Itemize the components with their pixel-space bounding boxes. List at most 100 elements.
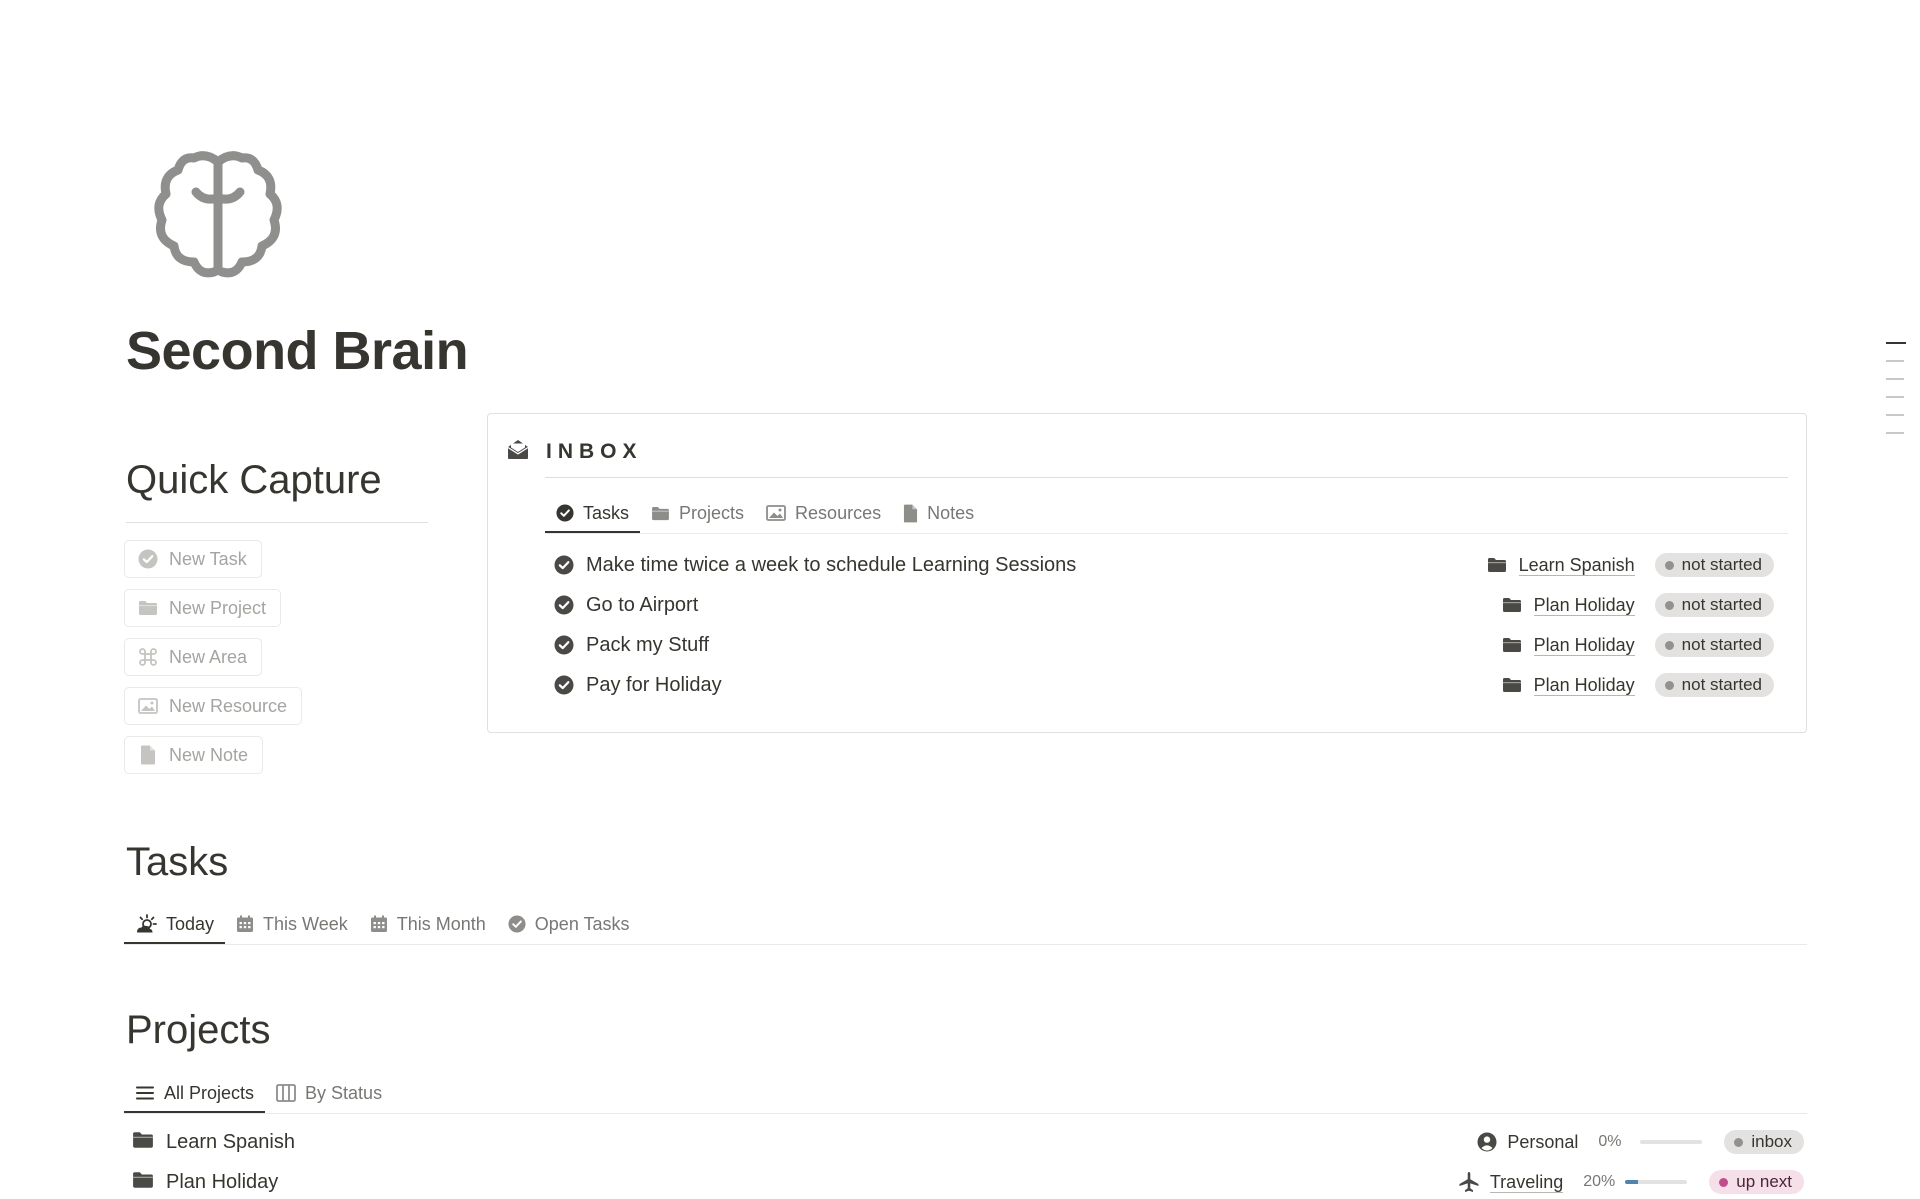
- status-dot: [1664, 600, 1674, 610]
- check-circle-icon[interactable]: [554, 595, 576, 615]
- progress-percent: 20%: [1583, 1173, 1616, 1190]
- status-badge: not started: [1654, 633, 1774, 657]
- new-project-label: New Project: [169, 597, 267, 618]
- status-dot: [1664, 680, 1674, 690]
- folder-icon: [137, 597, 159, 619]
- tasks-view-tabs: Today This Week This Month Open Tasks: [124, 904, 641, 945]
- project-name[interactable]: Learn Spanish: [166, 1131, 295, 1154]
- tab-label: This Month: [396, 913, 486, 934]
- page-title: Second Brain: [126, 321, 469, 381]
- task-name[interactable]: Pay for Holiday: [586, 674, 722, 697]
- list-icon: [135, 1085, 155, 1101]
- tab-resources[interactable]: Resources: [755, 493, 892, 533]
- status-label: not started: [1681, 595, 1762, 614]
- new-task-button[interactable]: New Task: [124, 540, 262, 578]
- check-circle-icon[interactable]: [554, 635, 576, 655]
- outline-mark[interactable]: [1886, 432, 1904, 434]
- tab-label: Today: [166, 913, 215, 934]
- status-dot: [1664, 640, 1674, 650]
- tab-all-projects[interactable]: All Projects: [124, 1073, 266, 1114]
- outline-mark[interactable]: [1886, 378, 1904, 380]
- tab-notes[interactable]: Notes: [892, 493, 985, 533]
- progress-percent: 0%: [1598, 1133, 1622, 1150]
- check-circle-icon: [556, 504, 574, 522]
- status-badge: up next: [1709, 1170, 1804, 1194]
- page-outline-minimap[interactable]: [1886, 342, 1906, 450]
- table-row[interactable]: Make time twice a week to schedule Learn…: [554, 547, 1774, 583]
- task-name[interactable]: Make time twice a week to schedule Learn…: [586, 554, 1076, 577]
- project-link-label: Learn Spanish: [1518, 554, 1635, 576]
- new-note-label: New Note: [169, 744, 249, 765]
- new-resource-button[interactable]: New Resource: [124, 687, 303, 725]
- status-label: not started: [1681, 675, 1762, 694]
- outline-mark[interactable]: [1886, 396, 1904, 398]
- inbox-header: INBOX: [506, 438, 643, 465]
- folder-icon: [1502, 597, 1524, 613]
- project-link[interactable]: Plan Holiday: [1502, 595, 1635, 616]
- status-dot: [1719, 1177, 1729, 1187]
- divider: [126, 522, 428, 523]
- tab-label: Projects: [679, 502, 745, 523]
- check-circle-icon[interactable]: [554, 555, 576, 575]
- project-link-label: Plan Holiday: [1533, 674, 1635, 696]
- tab-projects[interactable]: Projects: [640, 493, 755, 533]
- project-link-label: Plan Holiday: [1533, 594, 1635, 616]
- new-note-button[interactable]: New Note: [124, 736, 264, 774]
- status-dot: [1664, 560, 1674, 570]
- project-link[interactable]: Plan Holiday: [1502, 675, 1635, 696]
- folder-icon: [1487, 557, 1509, 573]
- folder-icon: [1502, 637, 1524, 653]
- area-label: Personal: [1507, 1131, 1579, 1152]
- outline-mark[interactable]: [1886, 414, 1904, 416]
- user-circle-icon: [1477, 1132, 1497, 1152]
- image-icon: [766, 505, 786, 521]
- table-row[interactable]: Learn Spanish Personal 0% inbox: [132, 1124, 1804, 1160]
- table-row[interactable]: Go to Airport Plan Holiday not started: [554, 587, 1774, 623]
- progress-fill: [1625, 1180, 1638, 1184]
- table-row[interactable]: Plan Holiday Traveling 20% up next: [132, 1164, 1804, 1199]
- task-name[interactable]: Go to Airport: [586, 594, 698, 617]
- folder-icon: [1502, 677, 1524, 693]
- area-link[interactable]: Traveling: [1458, 1171, 1564, 1193]
- status-badge: not started: [1654, 673, 1774, 697]
- tab-label: By Status: [305, 1082, 383, 1103]
- status-label: not started: [1681, 555, 1762, 574]
- tab-label: Open Tasks: [534, 913, 630, 934]
- project-name[interactable]: Plan Holiday: [166, 1171, 278, 1194]
- status-dot: [1734, 1137, 1744, 1147]
- tab-this-week[interactable]: This Week: [225, 904, 359, 944]
- new-area-button[interactable]: New Area: [124, 638, 263, 676]
- task-name[interactable]: Pack my Stuff: [586, 634, 709, 657]
- image-icon: [137, 695, 159, 717]
- outline-mark[interactable]: [1886, 360, 1904, 362]
- tab-by-status[interactable]: By Status: [265, 1073, 393, 1113]
- tab-tasks[interactable]: Tasks: [545, 493, 641, 534]
- tab-open-tasks[interactable]: Open Tasks: [497, 904, 641, 944]
- divider: [545, 533, 1788, 534]
- status-label: not started: [1681, 635, 1762, 654]
- progress-bar: [1625, 1180, 1688, 1184]
- table-row[interactable]: Pack my Stuff Plan Holiday not started: [554, 627, 1774, 663]
- brain-icon[interactable]: [148, 146, 288, 286]
- folder-icon: [132, 1131, 154, 1154]
- divider: [124, 1113, 1807, 1114]
- new-resource-label: New Resource: [169, 695, 288, 716]
- status-badge: not started: [1654, 553, 1774, 577]
- table-row[interactable]: Pay for Holiday Plan Holiday not started: [554, 667, 1774, 703]
- check-circle-icon[interactable]: [554, 675, 576, 695]
- sun-cloud-icon: [135, 914, 157, 934]
- projects-view-tabs: All Projects By Status: [124, 1073, 393, 1114]
- project-link[interactable]: Plan Holiday: [1502, 635, 1635, 656]
- area-link[interactable]: Personal: [1477, 1132, 1578, 1153]
- tab-this-month[interactable]: This Month: [359, 904, 497, 944]
- quick-capture-heading: Quick Capture: [126, 458, 382, 502]
- folder-icon: [651, 506, 670, 521]
- folder-icon: [132, 1171, 154, 1194]
- inbox-card: INBOX Tasks Projects Resources Notes Mak…: [487, 413, 1807, 733]
- outline-mark[interactable]: [1886, 342, 1906, 344]
- project-link[interactable]: Learn Spanish: [1487, 555, 1635, 576]
- new-project-button[interactable]: New Project: [124, 589, 282, 627]
- open-envelope-icon: [506, 438, 530, 465]
- board-icon: [276, 1084, 296, 1102]
- tab-today[interactable]: Today: [124, 904, 226, 945]
